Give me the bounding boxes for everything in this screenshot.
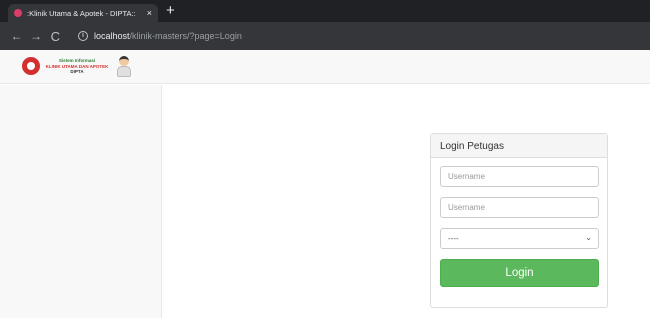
- browser-tab[interactable]: :Klinik Utama & Apotek - DIPTA:: ×: [8, 4, 158, 22]
- brand-line-3: DIPTA: [70, 69, 84, 74]
- sidebar: [0, 85, 162, 318]
- password-input[interactable]: [440, 197, 599, 218]
- login-panel: Login Petugas ---- ⌄ Login: [430, 133, 608, 308]
- role-select-wrapper: ---- ⌄: [440, 228, 599, 249]
- url-host: localhost: [93, 31, 130, 41]
- login-form: ---- ⌄ Login: [431, 158, 607, 295]
- role-select[interactable]: ----: [440, 228, 599, 249]
- close-tab-icon[interactable]: ×: [147, 8, 152, 18]
- browser-toolbar: ← → C i localhost/klinik-masters/?page=L…: [0, 22, 650, 50]
- url-path: /klinik-masters/?page=Login: [129, 31, 242, 41]
- clinic-logo-icon[interactable]: [22, 57, 40, 75]
- tab-title: :Klinik Utama & Apotek - DIPTA::: [27, 8, 136, 18]
- forward-button[interactable]: →: [27, 29, 44, 43]
- site-info-icon[interactable]: i: [77, 31, 88, 41]
- username-input[interactable]: [440, 166, 599, 187]
- doctor-mascot-icon: [116, 56, 132, 78]
- favicon-icon: [14, 9, 22, 17]
- browser-tab-strip: :Klinik Utama & Apotek - DIPTA:: × +: [0, 0, 650, 22]
- login-button[interactable]: Login: [440, 259, 599, 287]
- app-header: Sistem Informasi KLINIK UTAMA DAN APOTEK…: [0, 50, 650, 84]
- reload-button[interactable]: C: [47, 29, 64, 44]
- address-bar[interactable]: i localhost/klinik-masters/?page=Login: [72, 26, 650, 46]
- back-button[interactable]: ←: [8, 29, 25, 43]
- brand-text[interactable]: Sistem Informasi KLINIK UTAMA DAN APOTEK…: [42, 58, 112, 75]
- login-panel-title: Login Petugas: [431, 134, 607, 158]
- new-tab-button[interactable]: +: [166, 3, 175, 19]
